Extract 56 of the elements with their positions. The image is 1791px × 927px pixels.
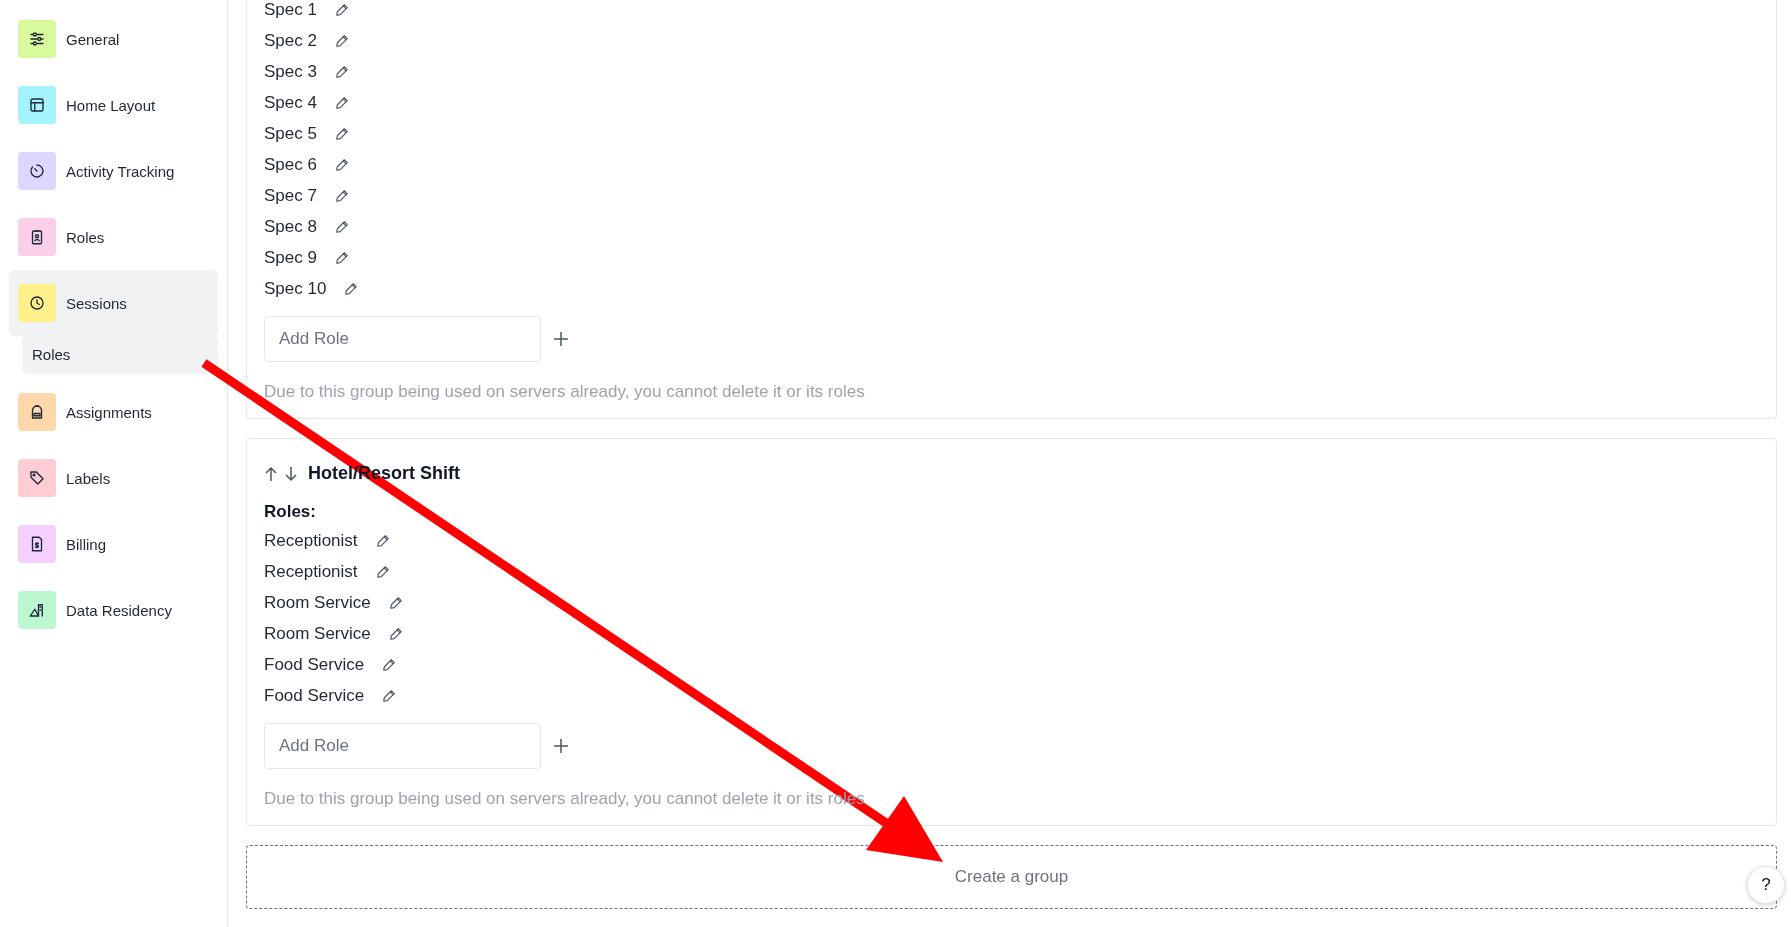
- role-name: Food Service: [264, 685, 365, 706]
- role-name: Room Service: [264, 592, 371, 613]
- edit-icon[interactable]: [375, 564, 390, 579]
- timer-icon: [28, 162, 46, 180]
- edit-icon[interactable]: [388, 626, 403, 641]
- role-name: Spec 7: [264, 185, 317, 206]
- clock-icon: [28, 294, 46, 312]
- role-name: Room Service: [264, 623, 371, 644]
- edit-icon[interactable]: [388, 595, 403, 610]
- role-name: Spec 5: [264, 123, 317, 144]
- role-name: Spec 8: [264, 216, 317, 237]
- edit-icon[interactable]: [334, 250, 349, 265]
- edit-icon[interactable]: [334, 188, 349, 203]
- edit-icon[interactable]: [334, 2, 349, 17]
- role-name: Spec 4: [264, 92, 317, 113]
- edit-icon[interactable]: [382, 688, 397, 703]
- role-name: Spec 9: [264, 247, 317, 268]
- tag-icon: [28, 469, 46, 487]
- move-up-icon[interactable]: [264, 465, 278, 482]
- sidebar-item[interactable]: Data Residency: [9, 577, 218, 643]
- sidebar-item[interactable]: Labels: [9, 445, 218, 511]
- edit-icon[interactable]: [375, 533, 390, 548]
- sidebar-item[interactable]: General: [9, 6, 218, 72]
- add-icon[interactable]: [553, 738, 569, 754]
- mountain-building-icon: [28, 601, 46, 619]
- move-down-icon[interactable]: [284, 465, 298, 482]
- sidebar-subitem[interactable]: Roles: [22, 336, 218, 374]
- role-name: Spec 1: [264, 0, 317, 20]
- role-name: Food Service: [264, 654, 365, 675]
- edit-icon[interactable]: [344, 281, 359, 296]
- role-name: Spec 3: [264, 61, 317, 82]
- role-name: Spec 2: [264, 30, 317, 51]
- roles-label: Roles:: [264, 502, 317, 522]
- add-role-field[interactable]: Add Role: [264, 316, 541, 362]
- note-text: Due to this group being used on servers already, you cannot delete it or its roles: [264, 382, 866, 402]
- sidebar-item[interactable]: Assignments: [9, 379, 218, 445]
- edit-icon[interactable]: [334, 219, 349, 234]
- edit-icon[interactable]: [334, 126, 349, 141]
- role-name: Receptionist: [264, 561, 358, 582]
- role-name: Spec 6: [264, 154, 317, 175]
- edit-icon[interactable]: [334, 157, 349, 172]
- add-role-field[interactable]: Add Role: [264, 723, 541, 769]
- role-name: Spec 10: [264, 278, 327, 299]
- layout-icon: [28, 96, 46, 114]
- sidebar-item[interactable]: Billing: [9, 511, 218, 577]
- role-name: Receptionist: [264, 530, 358, 551]
- sidebar-item[interactable]: Roles: [9, 204, 218, 270]
- sidebar-item[interactable]: Activity Tracking: [9, 138, 218, 204]
- sidebar-item[interactable]: Home Layout: [9, 72, 218, 138]
- add-icon[interactable]: [553, 331, 569, 347]
- sidebar-item[interactable]: Sessions: [9, 270, 218, 336]
- edit-icon[interactable]: [382, 657, 397, 672]
- edit-icon[interactable]: [334, 95, 349, 110]
- edit-icon[interactable]: [334, 64, 349, 79]
- sliders-icon: [28, 30, 46, 48]
- edit-icon[interactable]: [334, 33, 349, 48]
